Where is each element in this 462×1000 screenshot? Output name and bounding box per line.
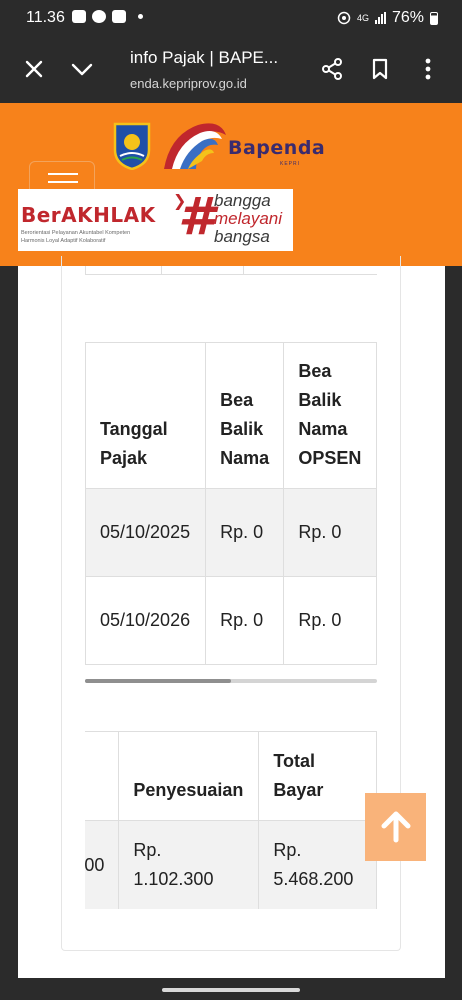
calendar-icon bbox=[112, 10, 126, 23]
berakhlak-tagline: Berorientasi Pelayanan Akuntabel Kompete… bbox=[21, 230, 131, 236]
hamburger-icon bbox=[48, 173, 78, 175]
close-icon bbox=[25, 60, 43, 78]
gallery-icon bbox=[72, 10, 86, 23]
berakhlak-tagline-2: Harmonis Loyal Adaptif Kolaboratif bbox=[21, 238, 106, 244]
scroll-to-top-button[interactable] bbox=[365, 793, 426, 861]
system-nav-bar bbox=[0, 978, 462, 1000]
share-button[interactable] bbox=[316, 53, 348, 85]
slogan-line-1: bangga bbox=[214, 191, 271, 210]
column-header: Total Bayar bbox=[258, 731, 377, 821]
column-header: Tanggal Pajak bbox=[85, 342, 207, 489]
table-cell: Rp. 1.102.300 bbox=[118, 820, 260, 909]
status-time: 11.36 bbox=[26, 9, 65, 26]
horizontal-scrollbar[interactable] bbox=[85, 679, 377, 683]
slogan-line-2: melayani bbox=[214, 209, 283, 228]
bookmark-icon bbox=[372, 58, 388, 80]
table-cell: 05/10/2025 bbox=[85, 488, 207, 577]
signal-icon bbox=[374, 12, 386, 24]
page-content: Tanggal Pajak Bea Balik Nama Bea Balik N… bbox=[18, 256, 445, 978]
chat-icon bbox=[92, 10, 106, 23]
bapenda-brand-text: Bapenda bbox=[228, 137, 326, 159]
bapenda-shell-logo bbox=[164, 123, 226, 169]
column-header: Penyesuaian bbox=[118, 731, 260, 821]
table-row: 05/10/2026 Rp. 0 Rp. 0 bbox=[85, 576, 377, 665]
close-tab-button[interactable] bbox=[18, 53, 50, 85]
browser-toolbar: info Pajak | BAPE... enda.kepriprov.go.i… bbox=[0, 36, 462, 103]
table-cell: 00 bbox=[85, 820, 120, 909]
more-options-button[interactable] bbox=[412, 53, 444, 85]
table-header-row: Tanggal Pajak Bea Balik Nama Bea Balik N… bbox=[85, 342, 377, 489]
payment-table-scroll[interactable]: Penyesuaian Total Bayar 00 Rp. 1.102.300… bbox=[85, 731, 377, 909]
table-cell: Rp. 0 bbox=[205, 488, 285, 577]
table-row: 05/10/2025 Rp. 0 Rp. 0 bbox=[85, 488, 377, 577]
status-bar: 11.36 4G 76% bbox=[0, 0, 462, 36]
hotspot-icon bbox=[337, 11, 351, 25]
page-url[interactable]: enda.kepriprov.go.id bbox=[130, 76, 247, 91]
battery-icon bbox=[430, 11, 438, 25]
page-title[interactable]: info Pajak | BAPE... bbox=[130, 48, 278, 68]
minimize-button[interactable] bbox=[66, 53, 98, 85]
scrollbar-thumb[interactable] bbox=[85, 679, 231, 683]
table-cell: Rp. 5.468.200 bbox=[258, 820, 377, 909]
battery-percent: 76% bbox=[391, 9, 424, 26]
table-cell: Rp. 0 bbox=[283, 576, 377, 665]
table-cell: Rp. 0 bbox=[283, 488, 377, 577]
previous-table-bottom bbox=[85, 266, 377, 275]
berakhlak-title: BerAKHLAK bbox=[21, 203, 156, 227]
more-notifications-icon bbox=[138, 14, 143, 19]
tax-table-scroll[interactable]: Tanggal Pajak Bea Balik Nama Bea Balik N… bbox=[85, 342, 377, 665]
notification-icons bbox=[72, 10, 143, 23]
more-vertical-icon bbox=[425, 58, 431, 80]
table-cell: Rp. 0 bbox=[205, 576, 285, 665]
berakhlak-banner: BerAKHLAK Berorientasi Pelayanan Akuntab… bbox=[18, 189, 293, 251]
column-header bbox=[85, 731, 120, 821]
arrow-up-icon bbox=[381, 811, 410, 843]
home-gesture-handle[interactable] bbox=[162, 988, 300, 992]
site-header: Bapenda KEPRI BerAKHLAK Berorientasi Pel… bbox=[0, 103, 462, 266]
table-cell: 05/10/2026 bbox=[85, 576, 207, 665]
network-type: 4G bbox=[356, 12, 369, 23]
column-header: Bea Balik Nama OPSEN bbox=[283, 342, 377, 489]
share-icon bbox=[322, 58, 342, 80]
hashtag-symbol: # bbox=[178, 187, 215, 247]
table-row: 00 Rp. 1.102.300 Rp. 5.468.200 bbox=[85, 820, 377, 909]
bookmark-button[interactable] bbox=[364, 53, 396, 85]
column-header: Bea Balik Nama bbox=[205, 342, 285, 489]
table-header-row: Penyesuaian Total Bayar bbox=[85, 731, 377, 821]
payment-table: Penyesuaian Total Bayar 00 Rp. 1.102.300… bbox=[85, 731, 377, 909]
slogan-line-3: bangsa bbox=[214, 227, 270, 246]
tax-table: Tanggal Pajak Bea Balik Nama Bea Balik N… bbox=[85, 342, 377, 665]
kepri-emblem-logo bbox=[113, 122, 151, 170]
bapenda-brand-subtext: KEPRI bbox=[280, 161, 301, 167]
chevron-down-icon bbox=[71, 63, 93, 76]
